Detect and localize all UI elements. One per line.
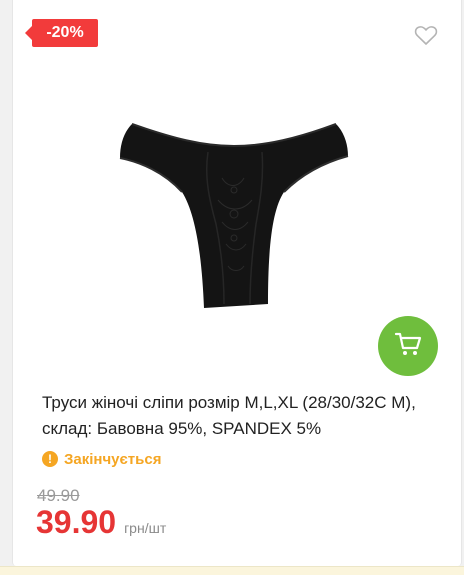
discount-badge: -20% [25, 19, 98, 47]
stock-status-label: Закінчується [64, 450, 162, 468]
product-image[interactable] [112, 118, 356, 312]
add-to-cart-button[interactable] [378, 316, 438, 376]
product-title[interactable]: Труси жіночі сліпи розмір M,L,XL (28/30/… [42, 390, 442, 442]
price-row: 39.90 грн/шт [36, 504, 166, 541]
current-price: 39.90 [36, 504, 117, 540]
price-unit: грн/шт [124, 520, 167, 536]
old-price: 49.90 [37, 486, 80, 505]
stock-status: ! Закінчується [42, 450, 161, 468]
cart-icon [394, 331, 422, 362]
warning-icon: ! [42, 451, 58, 467]
heart-icon[interactable] [414, 24, 438, 46]
